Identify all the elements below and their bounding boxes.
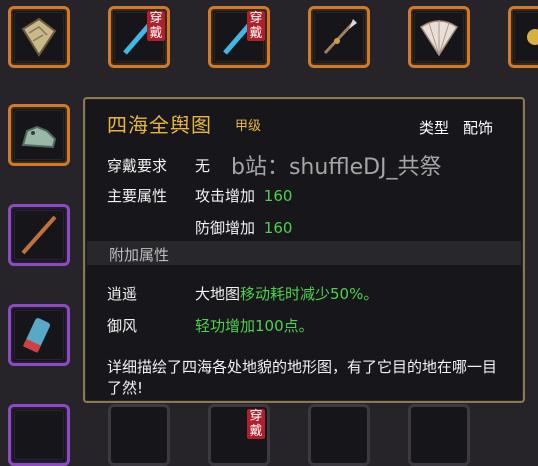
item-grade: 甲级 — [235, 119, 262, 134]
extra-attr-effect: 移动耗时减少50%。 — [240, 285, 379, 303]
equipped-badge: 穿戴 — [147, 11, 165, 41]
jade-scroll-icon — [22, 318, 51, 353]
extra-attr-row: 大地图移动耗时减少50%。 — [195, 283, 378, 304]
watermark: b站：shuffleDJ_共祭 — [231, 155, 442, 180]
folding-fan-icon — [419, 20, 459, 57]
main-attr-row: 防御增加 160 — [195, 217, 292, 238]
inventory-slot-fan[interactable] — [408, 6, 470, 68]
extra-attr-section: 附加属性 — [87, 241, 521, 265]
extra-attr-label: 御风 — [107, 317, 138, 335]
extra-attr-prefix: 大地图 — [195, 285, 241, 303]
inventory-slot-staff-2[interactable]: 穿戴 — [208, 6, 270, 68]
wooden-staff-icon — [21, 215, 57, 255]
extra-attr-effect: 轻功增加100点。 — [195, 317, 314, 335]
attr-name: 攻击增加 — [195, 187, 256, 205]
map-scroll-icon — [21, 17, 57, 57]
inventory-slot-trinket[interactable] — [508, 6, 538, 68]
item-description: 详细描绘了四海各处地貌的地形图，有了它目的地在哪一目了然! — [107, 358, 498, 397]
equipped-badge: 穿戴 — [247, 11, 265, 41]
item-type-label: 类型 — [419, 119, 450, 137]
item-tooltip: 四海全舆图 甲级 类型 配饰 b站：shuffleDJ_共祭 穿戴要求 无 主要… — [83, 97, 525, 403]
inventory-slot-jade-scroll[interactable] — [8, 304, 70, 366]
inventory-slot-wooden-staff[interactable] — [8, 204, 70, 266]
equipped-badge: 穿戴 — [247, 409, 265, 439]
inventory-slot-bottom[interactable] — [408, 404, 470, 466]
main-attr-row: 攻击增加 160 — [195, 185, 292, 206]
attr-value: 160 — [263, 219, 293, 237]
extra-attr-row: 轻功增加100点。 — [195, 315, 314, 336]
main-attr-label: 主要属性 — [107, 187, 168, 205]
requirement-value: 无 — [195, 157, 211, 175]
attr-name: 防御增加 — [195, 219, 256, 237]
inventory-slot-staff-1[interactable]: 穿戴 — [108, 6, 170, 68]
inventory-slot-bottom[interactable] — [108, 404, 170, 466]
requirement-label: 穿戴要求 — [107, 157, 168, 175]
inventory-slot-spear[interactable] — [308, 6, 370, 68]
item-type-value: 配饰 — [463, 119, 494, 137]
extra-attr-heading: 附加属性 — [109, 246, 170, 264]
inventory-slot-bottom[interactable] — [308, 404, 370, 466]
gold-trinket-icon — [527, 29, 538, 45]
inventory-slot-map[interactable] — [8, 6, 70, 68]
inventory-slot-bottom[interactable]: 穿戴 — [208, 404, 270, 466]
stone-lion-icon — [21, 125, 57, 149]
spear-icon — [323, 19, 357, 55]
inventory-slot-stone-lion[interactable] — [8, 104, 70, 166]
inventory-slot-bottom-left[interactable] — [8, 404, 70, 466]
extra-attr-label: 逍遥 — [107, 285, 138, 303]
attr-value: 160 — [263, 187, 293, 205]
item-name: 四海全舆图 — [107, 113, 212, 137]
